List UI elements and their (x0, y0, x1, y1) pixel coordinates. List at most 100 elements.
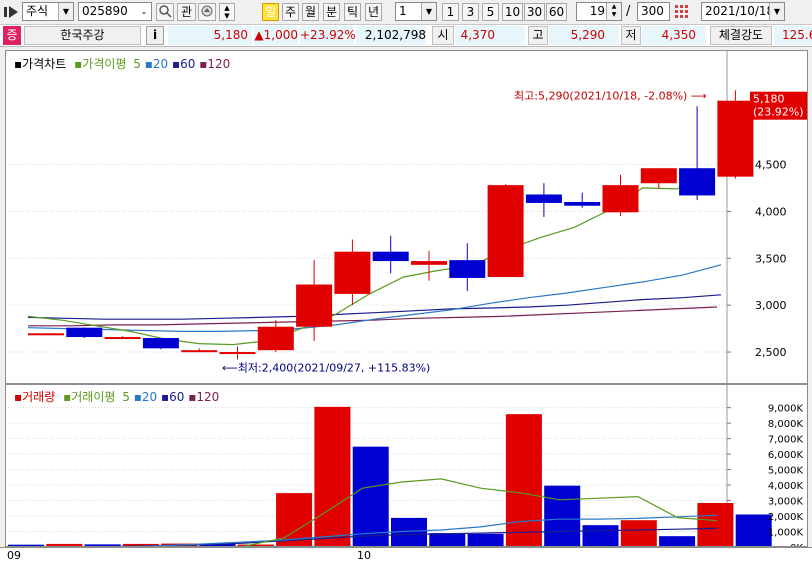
change-percent: +23.92% (300, 26, 356, 45)
low-annotation: ⟵최저:2,400(2021/09/27, +115.83%) (222, 361, 430, 374)
chevron-down-icon[interactable]: ▼ (421, 3, 436, 20)
volume-tick-label: 7,000K (768, 435, 804, 446)
info-button[interactable]: i (146, 26, 164, 45)
visible-count-value: 19 (589, 4, 605, 18)
bell-icon (201, 5, 213, 17)
low-price: 4,350 (642, 26, 706, 45)
candle-body (334, 251, 371, 294)
x-tick-label: 09 (7, 549, 21, 562)
volume-ma-label: 거래이평 (71, 390, 116, 404)
date-select[interactable]: 2021/10/18 ▼ (701, 2, 785, 21)
market-select[interactable]: 주식 ▼ (22, 2, 74, 21)
open-label: 시 (432, 26, 454, 45)
visible-count-input[interactable]: 19 ▲ ▼ (576, 2, 622, 21)
menu-icon[interactable] (4, 5, 19, 19)
total-count-input[interactable]: 300 (637, 2, 670, 21)
volume-chart[interactable]: 0K 1,000K 2,000K 3,000K 4,000K 5,000K 6,000K 7,… (6, 385, 807, 546)
volume-tick-label: 9,000K (768, 404, 804, 415)
volume-bar (314, 406, 351, 546)
tab-period-tick[interactable]: 틱 (344, 3, 361, 21)
volume-bar (544, 485, 581, 546)
grid-icon[interactable] (674, 4, 690, 20)
low-label: 저 (621, 26, 641, 45)
interval-10[interactable]: 10 (502, 3, 523, 21)
market-badge: 증 (3, 26, 21, 45)
interval-5[interactable]: 5 (482, 3, 499, 21)
candle-body (602, 185, 639, 213)
toolbar: 주식 ▼ 025890 ⌄ 관 ▲ ▼ 일 주 월 분 틱 년 1 ▼ 1 3 5… (0, 0, 812, 25)
candle-body (28, 333, 64, 336)
tab-period-minute[interactable]: 분 (323, 3, 340, 21)
last-pct-label: (23.92%) (753, 106, 804, 119)
trade-volume: 2,102,798 (356, 26, 426, 45)
candle-body (142, 337, 179, 349)
legend-ma20-marker: ▪ (144, 57, 153, 71)
price-chart-title: 가격차트 (22, 57, 67, 71)
price-chart[interactable]: 2,500 3,000 3,500 4,000 4,500 최고:5,290(2021/… (6, 51, 807, 383)
x-axis (0, 547, 812, 563)
volume-bar (467, 533, 504, 546)
chevron-down-icon[interactable]: ▼ (58, 3, 73, 20)
tab-period-week[interactable]: 주 (282, 3, 299, 21)
interval-1[interactable]: 1 (442, 3, 459, 21)
volume-ma120-label: 120 (196, 390, 220, 404)
volume-chart-title: 거래량 (22, 390, 56, 404)
search-button[interactable] (156, 3, 174, 21)
interval-value: 1 (399, 4, 407, 18)
candle-body (487, 185, 524, 278)
volume-bar (735, 514, 772, 546)
candle-body (181, 350, 218, 353)
price-tick-label: 3,000 (755, 299, 787, 312)
volume-panel: 0K 1,000K 2,000K 3,000K 4,000K 5,000K 6,000K 7,… (5, 384, 808, 547)
price-ma20-label: 20 (152, 57, 169, 71)
legend-ma60-marker: ▪ (172, 57, 181, 71)
stepper[interactable]: ▲ ▼ (219, 3, 235, 21)
candle-body (296, 284, 333, 327)
tab-period-day[interactable]: 일 (262, 3, 279, 21)
price-tick-label: 3,500 (755, 252, 787, 265)
high-annotation: 최고:5,290(2021/10/18, -2.08%) ⟶ (514, 89, 707, 102)
candle-body (717, 100, 754, 177)
volume-bar (582, 525, 619, 546)
interval-30[interactable]: 30 (524, 3, 545, 21)
count-stepper[interactable]: ▲ ▼ (606, 3, 621, 20)
price-ma-label: 가격이평 (82, 57, 127, 71)
total-count-value: 300 (641, 4, 664, 18)
volume-ma5-label: 5 (122, 390, 130, 404)
legend-ma-marker: ▪ (63, 390, 72, 404)
chevron-down-icon[interactable]: ⌄ (137, 3, 151, 20)
volume-bar (429, 533, 466, 546)
watchlist-button[interactable]: 관 (177, 3, 196, 21)
high-price: 5,290 (549, 26, 619, 45)
stock-code-input[interactable]: 025890 ⌄ (78, 2, 152, 21)
stock-name: 한국주강 (24, 26, 141, 45)
x-tick-label: 10 (357, 549, 371, 562)
candle-body (449, 260, 486, 278)
legend-marker: ▪ (14, 390, 23, 404)
interval-60[interactable]: 60 (546, 3, 567, 21)
price-tick-label: 4,000 (755, 205, 787, 218)
chevron-down-icon[interactable]: ▼ (769, 3, 784, 20)
legend-ma60-marker: ▪ (160, 390, 170, 404)
volume-tick-label: 1,000K (768, 528, 804, 539)
volume-ma20-label: 20 (141, 390, 158, 404)
candle-body (219, 352, 256, 355)
interval-3[interactable]: 3 (462, 3, 479, 21)
tab-period-month[interactable]: 월 (302, 3, 319, 21)
candle-body (411, 261, 447, 265)
volume-bar (84, 544, 121, 546)
interval-select[interactable]: 1 ▼ (395, 2, 437, 21)
candle-body (372, 251, 409, 262)
ma120-line (28, 306, 718, 327)
candle-body (679, 168, 716, 196)
volume-ma60-label: 60 (169, 390, 185, 404)
candle-body (564, 201, 601, 206)
volume-legend: ▪거래량 ▪거래이평 5 ▪20 ▪60 ▪120 (14, 388, 219, 405)
open-price: 4,370 (455, 26, 525, 45)
tab-period-year[interactable]: 년 (365, 3, 382, 21)
alert-button[interactable] (198, 3, 216, 21)
price-ma5-label: 5 (133, 57, 141, 71)
legend-ma20-marker: ▪ (133, 390, 142, 404)
candle-body (525, 194, 562, 203)
strength-label: 체결강도 (710, 26, 772, 45)
